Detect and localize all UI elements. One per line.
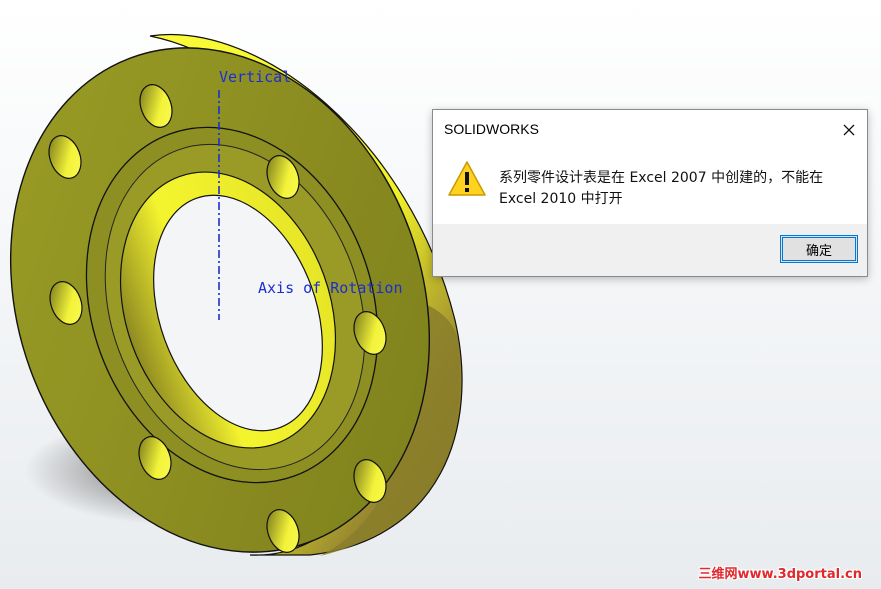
warning-icon [447, 160, 487, 202]
message-line-1: 系列零件设计表是在 Excel 2007 中创建的，不能在 [499, 170, 824, 186]
dialog-footer: 确定 [433, 224, 867, 276]
dialog-message: 系列零件设计表是在 Excel 2007 中创建的，不能在 Excel 2010… [499, 168, 859, 210]
close-icon [843, 124, 855, 136]
close-button[interactable] [831, 116, 867, 144]
graphics-viewport[interactable]: Vertical Axis of Rotation [0, 0, 881, 589]
vertical-axis-label[interactable]: Vertical [219, 68, 291, 86]
watermark: 三维网www.3dportal.cn [698, 567, 862, 582]
flange-model[interactable]: Vertical Axis of Rotation [0, 0, 881, 589]
rotation-axis-label[interactable]: Axis of Rotation [258, 279, 403, 297]
ok-button[interactable]: 确定 [780, 235, 858, 263]
warning-dialog[interactable]: SOLIDWORKS 系列零件设计表是在 Excel 2007 中创建的，不能在… [432, 109, 868, 277]
message-line-2: Excel 2010 中打开 [499, 191, 623, 207]
dialog-title: SOLIDWORKS [444, 121, 539, 137]
